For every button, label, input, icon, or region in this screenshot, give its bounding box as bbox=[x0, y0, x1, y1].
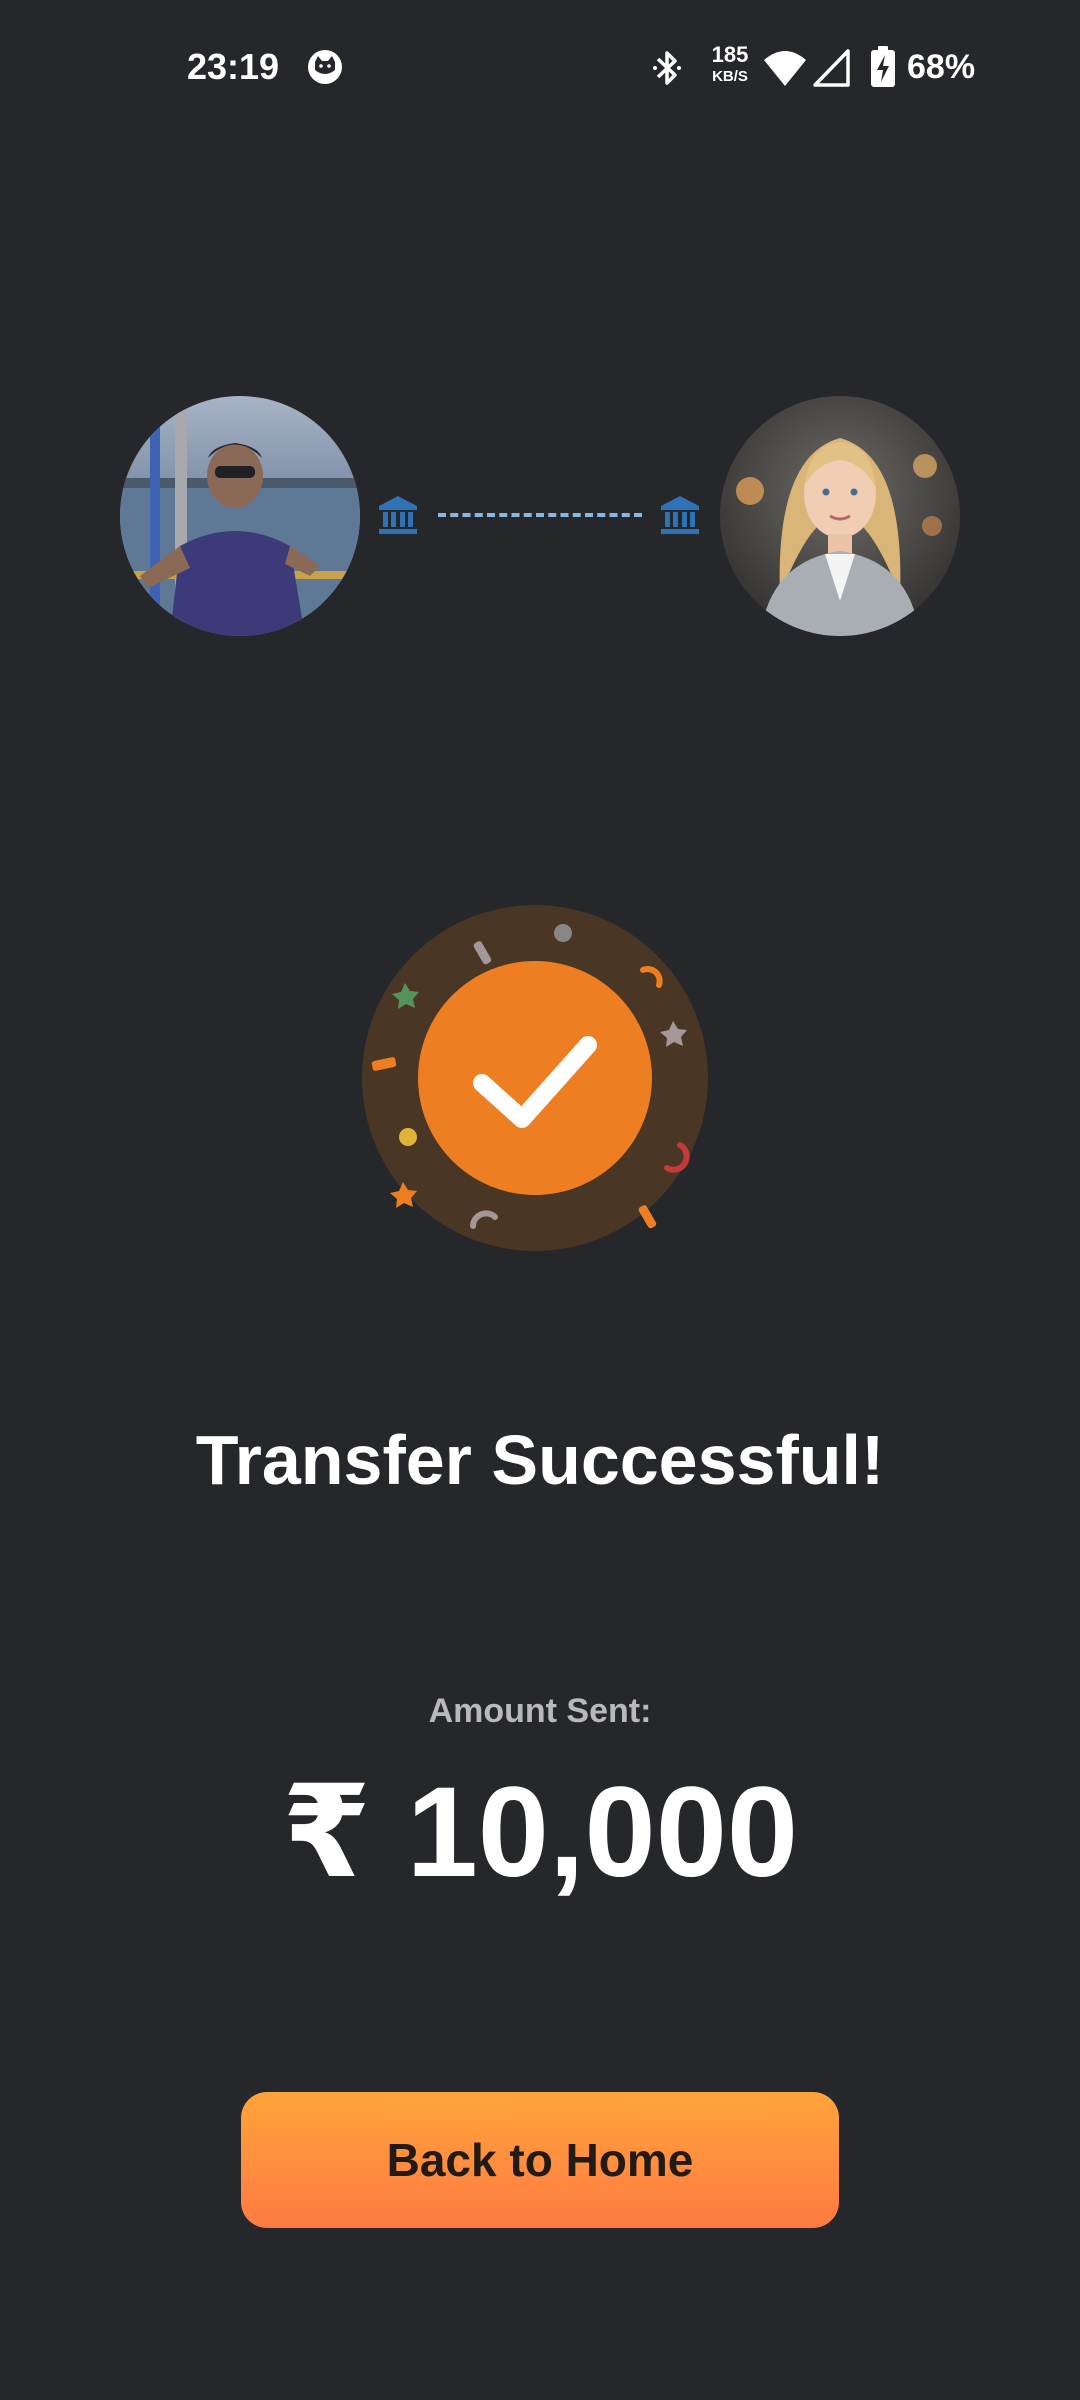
status-bar: 23:19 185 KB/S 68% bbox=[0, 0, 1080, 140]
status-time: 23:19 bbox=[187, 46, 280, 87]
network-speed-unit: KB/S bbox=[712, 68, 748, 85]
confetti-piece bbox=[554, 924, 572, 942]
network-speed: 185 KB/S bbox=[707, 42, 753, 85]
bluetooth-icon bbox=[653, 51, 681, 85]
success-headline: Transfer Successful! bbox=[195, 1421, 885, 1499]
receiver-avatar bbox=[720, 396, 960, 636]
back-to-home-button[interactable]: Back to Home bbox=[241, 2092, 839, 2228]
network-speed-value: 185 bbox=[711, 42, 749, 67]
amount-label: Amount Sent: bbox=[428, 1692, 652, 1730]
sender-avatar bbox=[120, 396, 360, 636]
transfer-success-screen: 23:19 185 KB/S 68% Transfer Successful! … bbox=[0, 0, 1080, 2400]
success-circle bbox=[418, 961, 652, 1195]
confetti-piece bbox=[638, 1205, 657, 1229]
amount-value: ₹ 10,000 bbox=[281, 1761, 799, 1904]
success-badge bbox=[362, 905, 708, 1251]
bank-icon bbox=[379, 496, 417, 534]
battery-percentage: 68% bbox=[907, 48, 976, 86]
cat-icon bbox=[308, 50, 342, 84]
signal-icon bbox=[813, 49, 850, 87]
bank-icon bbox=[661, 496, 699, 534]
wifi-icon bbox=[764, 51, 806, 86]
confetti-piece bbox=[399, 1128, 417, 1146]
battery-charging-icon bbox=[871, 46, 895, 87]
transfer-connector-line bbox=[438, 513, 642, 517]
